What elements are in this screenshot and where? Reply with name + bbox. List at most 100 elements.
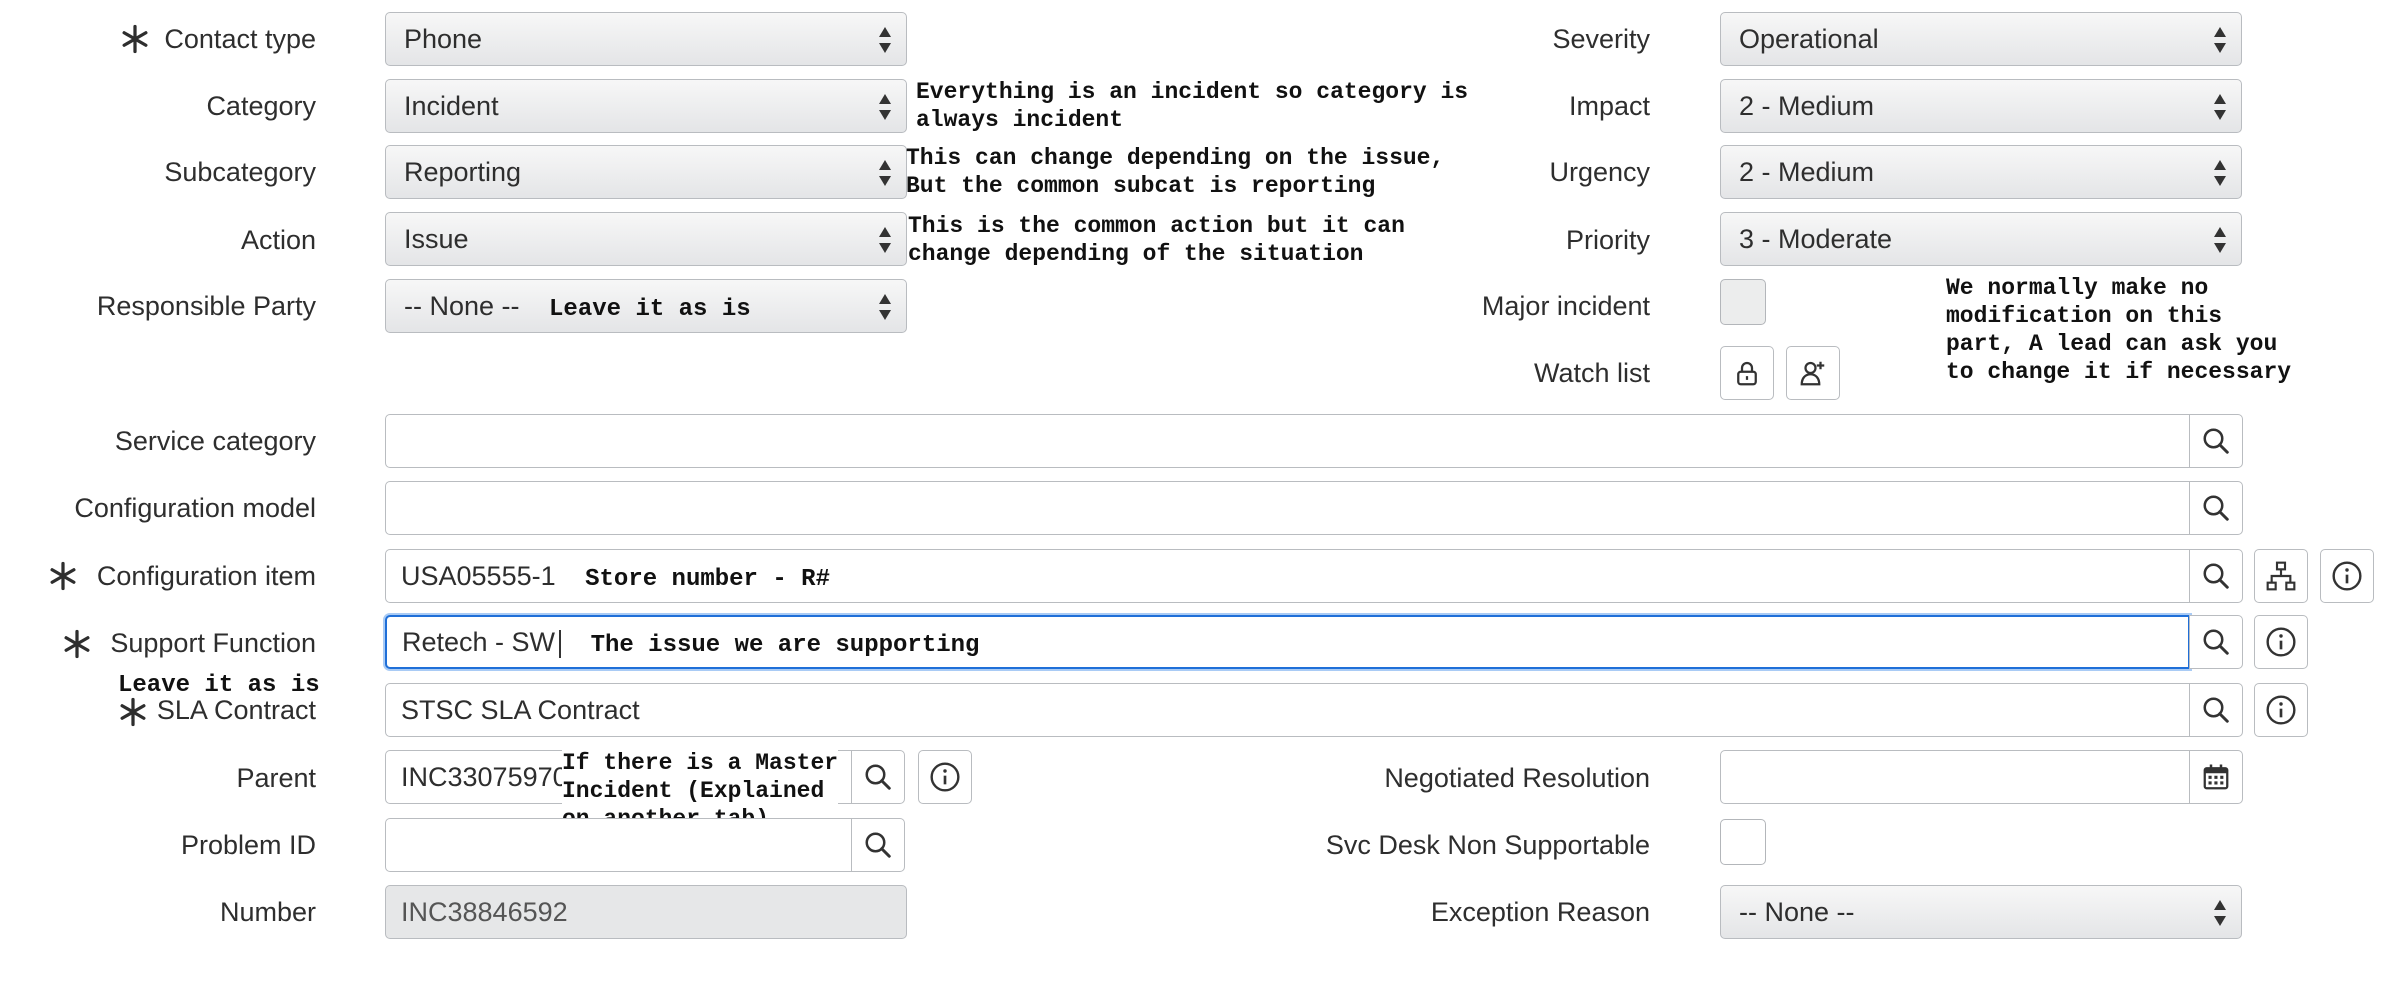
action-select[interactable]: Issue: [385, 212, 907, 266]
select-arrows-icon: [2213, 898, 2227, 928]
required-asterisk-icon: [118, 697, 148, 727]
sla-contract-search-button[interactable]: [2189, 683, 2243, 737]
select-arrows-icon: [878, 292, 892, 322]
priority-note: We normally make no modification on this…: [1946, 275, 2292, 385]
subcategory-label: Subcategory: [164, 157, 316, 187]
select-arrows-icon: [2213, 25, 2227, 55]
number-input: INC38846592: [385, 885, 907, 939]
select-arrows-icon: [878, 225, 892, 255]
contact-type-label: Contact type: [164, 24, 316, 54]
lock-icon: [1732, 358, 1762, 388]
svc-desk-non-supportable-label: Svc Desk Non Supportable: [1325, 830, 1650, 860]
impact-select[interactable]: 2 - Medium: [1720, 79, 2242, 133]
configuration-item-value: USA05555-1: [401, 561, 556, 591]
search-icon: [2201, 493, 2231, 523]
subcategory-value: Reporting: [404, 157, 522, 187]
responsible-party-value: -- None --: [404, 291, 520, 321]
category-value: Incident: [404, 91, 499, 121]
info-icon: [929, 761, 961, 793]
responsible-party-label: Responsible Party: [96, 291, 316, 321]
parent-info-button[interactable]: [918, 750, 972, 804]
contact-type-select[interactable]: Phone: [385, 12, 907, 66]
urgency-select[interactable]: 2 - Medium: [1720, 145, 2242, 199]
impact-value: 2 - Medium: [1739, 91, 1875, 121]
info-icon: [2265, 694, 2297, 726]
configuration-item-info-button[interactable]: [2320, 549, 2374, 603]
responsible-party-select[interactable]: -- None -- Leave it as is: [385, 279, 907, 333]
impact-label: Impact: [1568, 91, 1650, 121]
search-icon: [863, 830, 893, 860]
required-asterisk-icon: [48, 561, 78, 591]
severity-value: Operational: [1739, 24, 1879, 54]
exception-reason-label: Exception Reason: [1430, 897, 1650, 927]
search-icon: [2201, 561, 2231, 591]
support-function-value: Retech - SW: [402, 627, 556, 657]
configuration-item-note: Store number - R#: [585, 566, 830, 593]
configuration-item-hierarchy-button[interactable]: [2254, 549, 2308, 603]
severity-label: Severity: [1552, 24, 1650, 54]
support-function-note: The issue we are supporting: [590, 632, 980, 659]
support-function-search-button[interactable]: [2189, 615, 2243, 669]
info-icon: [2265, 626, 2297, 658]
configuration-model-input[interactable]: [385, 481, 2190, 535]
service-category-search-button[interactable]: [2189, 414, 2243, 468]
info-icon: [2331, 560, 2363, 592]
select-arrows-icon: [878, 92, 892, 122]
problem-id-input[interactable]: [385, 818, 852, 872]
select-arrows-icon: [878, 158, 892, 188]
support-function-label: Support Function: [110, 628, 316, 658]
configuration-model-search-button[interactable]: [2189, 481, 2243, 535]
problem-id-label: Problem ID: [180, 830, 316, 860]
search-icon: [2201, 426, 2231, 456]
parent-label: Parent: [236, 763, 316, 793]
priority-select[interactable]: 3 - Moderate: [1720, 212, 2242, 266]
urgency-label: Urgency: [1549, 157, 1650, 187]
major-incident-checkbox[interactable]: [1720, 279, 1766, 325]
action-note: This is the common action but it can cha…: [908, 213, 1405, 267]
support-function-info-button[interactable]: [2254, 615, 2308, 669]
severity-select[interactable]: Operational: [1720, 12, 2242, 66]
hierarchy-icon: [2265, 560, 2297, 592]
negotiated-resolution-input[interactable]: [1720, 750, 2190, 804]
support-function-input[interactable]: Retech - SW The issue we are supporting: [385, 615, 2190, 669]
select-arrows-icon: [2213, 92, 2227, 122]
configuration-model-label: Configuration model: [74, 493, 316, 523]
problem-id-search-button[interactable]: [851, 818, 905, 872]
number-label: Number: [219, 897, 316, 927]
negotiated-resolution-calendar-button[interactable]: [2189, 750, 2243, 804]
priority-value: 3 - Moderate: [1739, 224, 1893, 254]
exception-reason-value: -- None --: [1739, 897, 1855, 927]
configuration-item-search-button[interactable]: [2189, 549, 2243, 603]
configuration-item-label: Configuration item: [96, 561, 316, 591]
text-cursor: [559, 629, 562, 658]
watch-list-add-user-button[interactable]: [1786, 346, 1840, 400]
urgency-value: 2 - Medium: [1739, 157, 1875, 187]
sla-contract-info-button[interactable]: [2254, 683, 2308, 737]
select-arrows-icon: [2213, 158, 2227, 188]
watch-list-label: Watch list: [1533, 358, 1650, 388]
major-incident-label: Major incident: [1481, 291, 1650, 321]
priority-label: Priority: [1565, 225, 1650, 255]
required-asterisk-icon: [62, 629, 92, 659]
negotiated-resolution-label: Negotiated Resolution: [1384, 763, 1650, 793]
configuration-item-input[interactable]: USA05555-1 Store number - R#: [385, 549, 2190, 603]
watch-list-lock-button[interactable]: [1720, 346, 1774, 400]
add-user-icon: [1798, 358, 1828, 388]
exception-reason-select[interactable]: -- None --: [1720, 885, 2242, 939]
service-category-label: Service category: [114, 426, 316, 456]
search-icon: [2201, 695, 2231, 725]
category-select[interactable]: Incident: [385, 79, 907, 133]
parent-search-button[interactable]: [851, 750, 905, 804]
category-label: Category: [206, 91, 316, 121]
required-asterisk-icon: [120, 24, 150, 54]
service-category-input[interactable]: [385, 414, 2190, 468]
svc-desk-non-supportable-checkbox[interactable]: [1720, 819, 1766, 865]
select-arrows-icon: [878, 25, 892, 55]
subcategory-select[interactable]: Reporting: [385, 145, 907, 199]
sla-contract-input[interactable]: STSC SLA Contract: [385, 683, 2190, 737]
select-arrows-icon: [2213, 225, 2227, 255]
responsible-party-note: Leave it as is: [549, 296, 751, 323]
search-icon: [2201, 627, 2231, 657]
calendar-icon: [2201, 762, 2231, 792]
action-label: Action: [240, 225, 316, 255]
